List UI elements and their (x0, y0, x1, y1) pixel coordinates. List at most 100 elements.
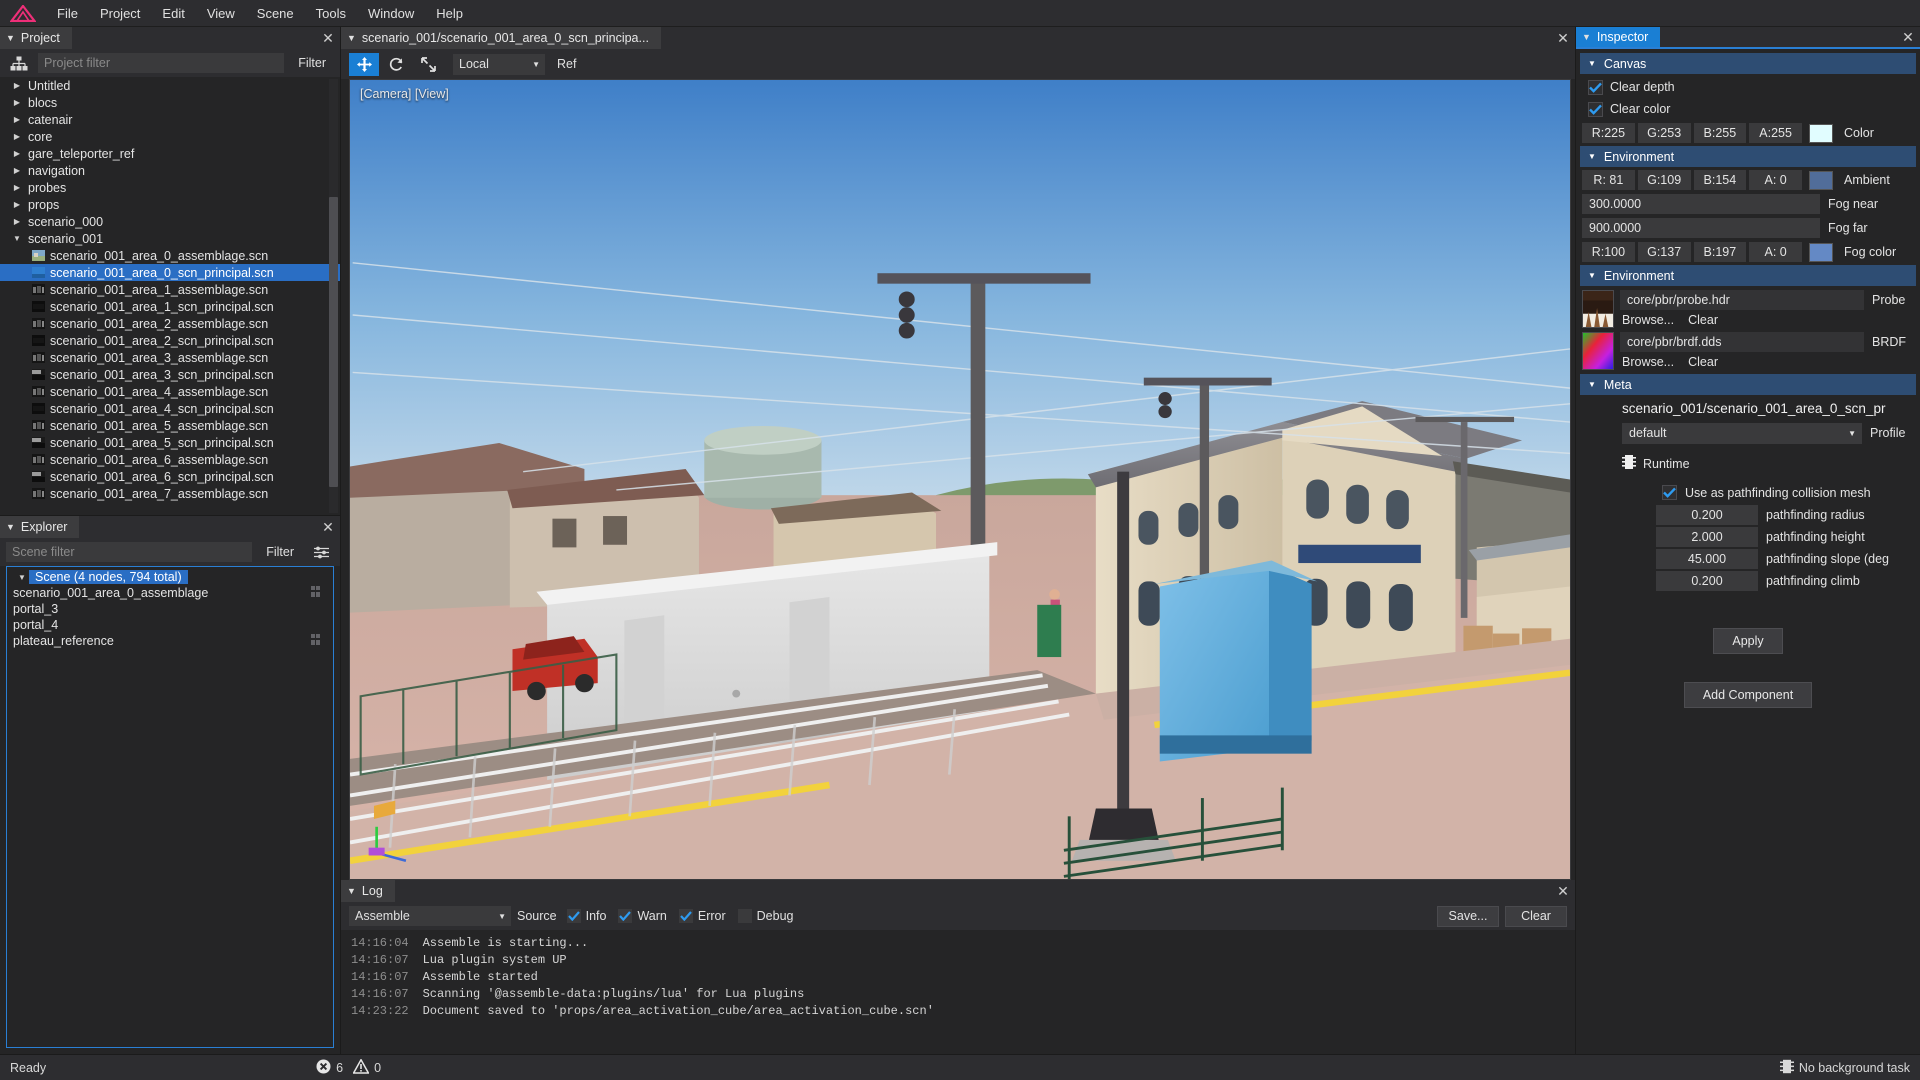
checkbox-icon[interactable] (618, 909, 633, 923)
clear-depth-checkbox[interactable] (1588, 79, 1603, 95)
canvas-color-a[interactable]: A:255 (1749, 123, 1802, 143)
clear-color-checkbox[interactable] (1588, 101, 1603, 117)
tab-log[interactable]: ▼ Log (341, 880, 395, 902)
brdf-browse-button[interactable]: Browse... (1622, 355, 1674, 369)
menu-window[interactable]: Window (357, 0, 425, 27)
chevron-down-icon[interactable]: ▼ (15, 573, 29, 582)
pathfinding-field-input[interactable]: 0.200 (1656, 505, 1758, 525)
menu-view[interactable]: View (196, 0, 246, 27)
fog-color-b[interactable]: B:197 (1693, 242, 1747, 262)
pathfinding-mesh-checkbox[interactable] (1662, 485, 1677, 500)
project-folder-row[interactable]: ▶ scenario_000 (0, 213, 340, 230)
scene-tree[interactable]: ▼ Scene (4 nodes, 794 total) scenario_00… (6, 566, 334, 1048)
scale-tool-icon[interactable] (413, 53, 443, 76)
project-folder-row[interactable]: ▶ gare_teleporter_ref (0, 145, 340, 162)
ambient-b[interactable]: B:154 (1693, 170, 1747, 190)
fog-far-input[interactable]: 900.0000 (1582, 218, 1820, 238)
3d-viewport[interactable]: [Camera] [View] (349, 79, 1571, 880)
project-tree[interactable]: ▶ Untitled ▶ blocs ▶ catenair ▶ core ▶ gare_telep… (0, 77, 340, 515)
probe-path-input[interactable]: core/pbr/probe.hdr (1620, 290, 1864, 310)
project-file-row[interactable]: scenario_001_area_7_assemblage.scn (0, 485, 340, 502)
project-file-row[interactable]: scenario_001_area_4_assemblage.scn (0, 383, 340, 400)
project-folder-row[interactable]: ▶ probes (0, 179, 340, 196)
scrollbar-thumb[interactable] (329, 197, 338, 487)
chevron-down-icon[interactable]: ▼ (10, 234, 24, 243)
log-source-select[interactable]: Assemble ▼ (349, 906, 511, 926)
chevron-right-icon[interactable]: ▶ (10, 132, 24, 141)
project-file-row[interactable]: scenario_001_area_0_assemblage.scn (0, 247, 340, 264)
project-filter-input[interactable] (38, 53, 285, 73)
log-output[interactable]: 14:16:04 Assemble is starting... 14:16:07 L… (341, 930, 1575, 1054)
log-filter-info[interactable]: Info (566, 909, 606, 923)
ambient-a[interactable]: A: 0 (1749, 170, 1802, 190)
project-file-row[interactable]: scenario_001_area_6_assemblage.scn (0, 451, 340, 468)
close-explorer-panel-button[interactable]: ✕ (316, 516, 340, 538)
rotate-tool-icon[interactable] (381, 53, 411, 76)
project-file-row[interactable]: scenario_001_area_1_assemblage.scn (0, 281, 340, 298)
ambient-g[interactable]: G:109 (1637, 170, 1691, 190)
tab-scene-document[interactable]: ▼ scenario_001/scenario_001_area_0_scn_p… (341, 27, 661, 49)
menu-project[interactable]: Project (89, 0, 151, 27)
log-filter-warn[interactable]: Warn (618, 909, 667, 923)
scene-node-row[interactable]: plateau_reference (7, 633, 333, 649)
checkbox-icon[interactable] (678, 909, 693, 923)
clear-color-row[interactable]: Clear color (1580, 98, 1920, 120)
log-filter-error[interactable]: Error (678, 909, 726, 923)
project-folder-row[interactable]: ▶ Untitled (0, 77, 340, 94)
fog-color-g[interactable]: G:137 (1637, 242, 1691, 262)
scene-node-row[interactable]: portal_4 (7, 617, 333, 633)
section-meta-header[interactable]: ▼ Meta (1580, 374, 1916, 395)
add-component-button[interactable]: Add Component (1683, 682, 1813, 708)
reference-space-select[interactable]: Local ▼ (453, 53, 545, 75)
apply-button[interactable]: Apply (1713, 628, 1783, 654)
fog-color-swatch[interactable] (1809, 242, 1833, 262)
chevron-right-icon[interactable]: ▶ (10, 217, 24, 226)
canvas-color-g[interactable]: G:253 (1637, 123, 1691, 143)
fog-color-a[interactable]: A: 0 (1749, 242, 1802, 262)
scene-node-row[interactable]: scenario_001_area_0_assemblage (7, 585, 333, 601)
menu-edit[interactable]: Edit (151, 0, 195, 27)
error-status[interactable]: 6 (316, 1059, 343, 1077)
scene-filter-input[interactable] (6, 542, 253, 562)
pathfinding-mesh-row[interactable]: Use as pathfinding collision mesh (1576, 479, 1920, 504)
chevron-right-icon[interactable]: ▶ (10, 98, 24, 107)
project-tree-scrollbar[interactable] (329, 79, 338, 513)
close-log-panel-button[interactable]: ✕ (1551, 880, 1575, 902)
project-file-row[interactable]: scenario_001_area_5_scn_principal.scn (0, 434, 340, 451)
sliders-icon[interactable] (308, 541, 334, 563)
project-file-row[interactable]: scenario_001_area_6_scn_principal.scn (0, 468, 340, 485)
section-environment-header[interactable]: ▼ Environment (1580, 146, 1916, 167)
menu-file[interactable]: File (46, 0, 89, 27)
chevron-right-icon[interactable]: ▶ (10, 115, 24, 124)
fog-color-r[interactable]: R:100 (1582, 242, 1635, 262)
probe-clear-button[interactable]: Clear (1688, 313, 1718, 327)
project-folder-row[interactable]: ▼ scenario_001 (0, 230, 340, 247)
tab-inspector[interactable]: ▼ Inspector (1576, 27, 1661, 47)
scene-node-row[interactable]: portal_3 (7, 601, 333, 617)
project-file-row[interactable]: scenario_001_area_2_scn_principal.scn (0, 332, 340, 349)
clear-depth-row[interactable]: Clear depth (1580, 76, 1920, 98)
project-folder-row[interactable]: ▶ props (0, 196, 340, 213)
move-tool-icon[interactable] (349, 52, 379, 76)
checkbox-icon[interactable] (737, 909, 752, 923)
project-file-row[interactable]: scenario_001_area_5_assemblage.scn (0, 417, 340, 434)
scene-filter-button[interactable]: Filter (258, 542, 302, 562)
pathfinding-field-input[interactable]: 0.200 (1656, 571, 1758, 591)
scene-root-row[interactable]: ▼ Scene (4 nodes, 794 total) (7, 569, 333, 585)
fog-near-input[interactable]: 300.0000 (1582, 194, 1820, 214)
project-folder-row[interactable]: ▶ navigation (0, 162, 340, 179)
project-folder-row[interactable]: ▶ blocs (0, 94, 340, 111)
brdf-clear-button[interactable]: Clear (1688, 355, 1718, 369)
tab-explorer[interactable]: ▼ Explorer (0, 516, 80, 538)
project-file-row[interactable]: scenario_001_area_4_scn_principal.scn (0, 400, 340, 417)
ambient-r[interactable]: R: 81 (1582, 170, 1635, 190)
menu-tools[interactable]: Tools (305, 0, 357, 27)
chevron-right-icon[interactable]: ▶ (10, 166, 24, 175)
hierarchy-icon[interactable] (6, 52, 32, 74)
close-inspector-button[interactable]: ✕ (1896, 27, 1920, 47)
close-project-panel-button[interactable]: ✕ (316, 27, 340, 49)
section-canvas-header[interactable]: ▼ Canvas (1580, 53, 1916, 74)
pathfinding-field-input[interactable]: 2.000 (1656, 527, 1758, 547)
pathfinding-field-input[interactable]: 45.000 (1656, 549, 1758, 569)
canvas-color-b[interactable]: B:255 (1693, 123, 1747, 143)
